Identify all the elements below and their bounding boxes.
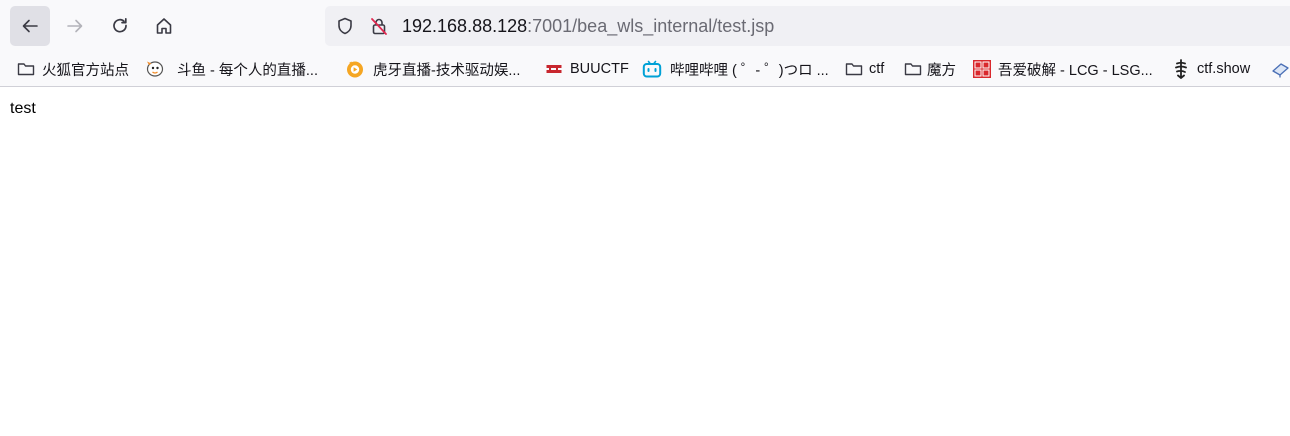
bookmark-icon xyxy=(1271,59,1290,79)
bookmark-folder-mofang[interactable]: 魔方 xyxy=(903,52,956,86)
folder-icon xyxy=(16,59,36,79)
home-button[interactable] xyxy=(144,6,184,46)
bookmarks-toolbar: 火狐官方站点 斗鱼 - 每个人的直播... 虎牙直播-技术驱动娱... BUUC… xyxy=(0,52,1290,87)
reload-icon xyxy=(113,17,127,33)
page-body-text: test xyxy=(10,100,36,117)
bookmark-huya[interactable]: 虎牙直播-技术驱动娱... xyxy=(345,52,520,86)
bookmark-douyu[interactable]: 斗鱼 - 每个人的直播... xyxy=(145,52,318,86)
bookmark-overflow-partial[interactable] xyxy=(1271,52,1290,86)
arrow-right-icon xyxy=(67,19,83,33)
bookmark-label: 火狐官方站点 xyxy=(42,62,129,79)
bookmark-label: ctf.show xyxy=(1197,61,1251,77)
insecure-lock-icon[interactable] xyxy=(369,16,389,36)
tracking-protection-shield-icon[interactable] xyxy=(335,16,355,36)
ctfshow-icon xyxy=(1172,59,1190,79)
bookmark-label: 虎牙直播-技术驱动娱... xyxy=(373,62,521,79)
url-text[interactable]: 192.168.88.128:7001/bea_wls_internal/tes… xyxy=(402,6,774,46)
bilibili-icon xyxy=(642,59,662,79)
home-icon xyxy=(156,18,172,34)
url-bar[interactable]: 192.168.88.128:7001/bea_wls_internal/tes… xyxy=(325,6,1290,46)
reload-button[interactable] xyxy=(100,6,140,46)
bookmark-buuctf[interactable]: BUUCTF xyxy=(546,52,629,86)
bookmark-label: BUUCTF xyxy=(570,61,629,77)
huya-icon xyxy=(345,59,365,79)
bookmark-52pojie[interactable]: 吾爱破解 - LCG - LSG... xyxy=(972,52,1153,86)
bookmark-label: 魔方 xyxy=(927,62,956,79)
forward-button[interactable] xyxy=(55,6,95,46)
buuctf-icon xyxy=(546,59,562,79)
arrow-left-icon xyxy=(22,19,38,33)
browser-toolbar: 192.168.88.128:7001/bea_wls_internal/tes… xyxy=(0,0,1290,52)
folder-icon xyxy=(844,59,864,79)
bookmark-label: 哔哩哔哩 ( ゜- ゜)つロ ... xyxy=(670,62,829,79)
bookmark-label: 斗鱼 - 每个人的直播... xyxy=(177,62,318,79)
bookmark-folder-firefox-official[interactable]: 火狐官方站点 xyxy=(16,52,129,86)
bookmark-ctfshow[interactable]: ctf.show xyxy=(1172,52,1250,86)
url-path: :7001/bea_wls_internal/test.jsp xyxy=(527,16,775,36)
back-button[interactable] xyxy=(10,6,50,46)
bookmark-folder-ctf[interactable]: ctf xyxy=(844,52,884,86)
bookmark-bilibili[interactable]: 哔哩哔哩 ( ゜- ゜)つロ ... xyxy=(642,52,829,86)
52pojie-icon xyxy=(972,59,992,79)
page-content: test xyxy=(0,87,1290,436)
folder-icon xyxy=(903,59,923,79)
bookmark-label: ctf xyxy=(869,61,885,77)
url-host: 192.168.88.128 xyxy=(402,16,528,36)
douyu-icon xyxy=(145,59,165,79)
bookmark-label: 吾爱破解 - LCG - LSG... xyxy=(998,62,1153,79)
